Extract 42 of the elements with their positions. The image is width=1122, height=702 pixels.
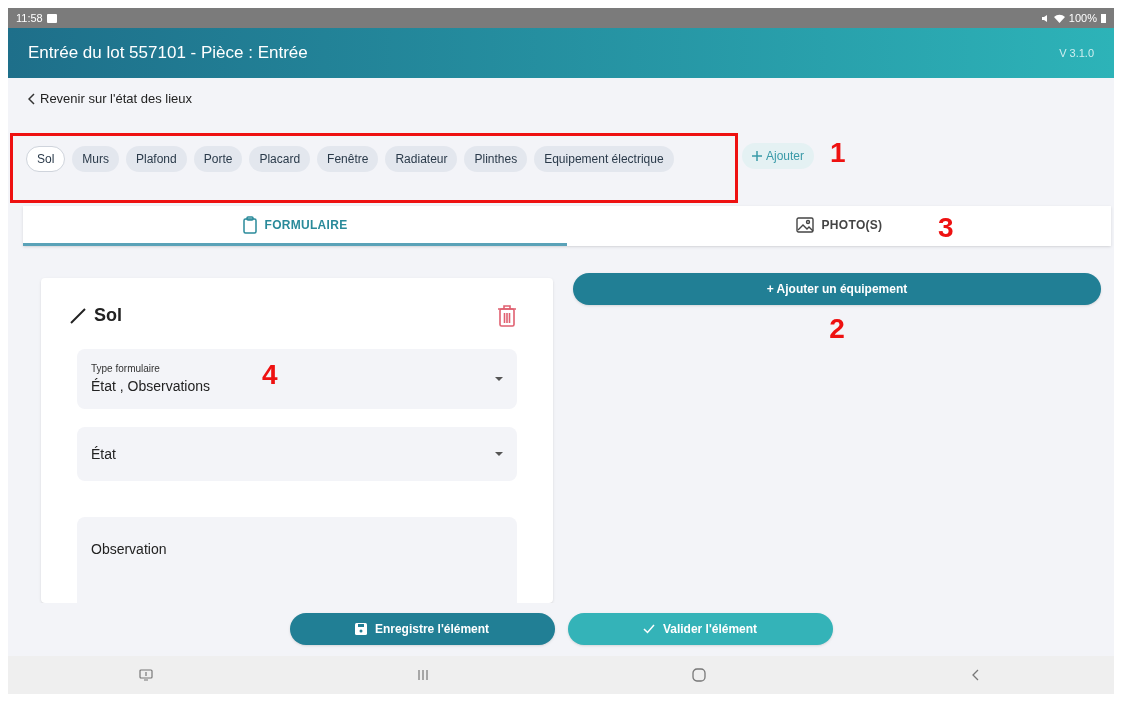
filter-chip[interactable]: Fenêtre — [317, 146, 379, 172]
annotation-number: 2 — [829, 315, 845, 343]
image-icon — [795, 216, 814, 233]
select-field[interactable]: État — [77, 427, 517, 481]
status-time: 11:58 — [16, 10, 43, 26]
check-icon — [642, 623, 655, 634]
observation-field[interactable]: Observation — [77, 517, 517, 603]
chevron-left-icon — [28, 93, 36, 105]
plus-icon — [752, 151, 762, 161]
home-icon[interactable] — [692, 668, 707, 682]
back-link[interactable]: Revenir sur l'état des lieux — [28, 89, 193, 109]
annotation-number: 3 — [938, 212, 954, 243]
pencil-icon — [70, 307, 86, 324]
battery-icon — [1101, 13, 1106, 23]
save-button[interactable]: Enregistre l'élément — [289, 612, 555, 645]
filter-chip[interactable]: Radiateur — [385, 146, 458, 172]
recent-apps-icon[interactable] — [416, 670, 429, 680]
filter-chip[interactable]: Porte — [193, 146, 243, 172]
filter-chip[interactable]: Plinthes — [464, 146, 528, 172]
annotation-number: 1 — [830, 139, 846, 167]
dropdown-icon — [495, 377, 503, 381]
trash-icon[interactable] — [497, 303, 517, 328]
version-label: V 3.1.0 — [1059, 45, 1094, 61]
tab[interactable]: FORMULAIRE — [23, 206, 567, 246]
mute-icon — [1040, 13, 1050, 23]
screen-icon[interactable] — [139, 669, 154, 681]
clipboard-icon — [242, 215, 257, 234]
filter-chip[interactable]: Plafond — [126, 146, 187, 172]
header-title: Entrée du lot 557101 - Pièce : Entrée — [28, 42, 308, 65]
filter-chip[interactable]: Sol — [26, 146, 66, 172]
filter-chip[interactable]: Equipement électrique — [534, 146, 674, 172]
annotation-number: 4 — [262, 359, 278, 390]
battery-level: 100% — [1068, 10, 1097, 26]
filter-chip[interactable]: Murs — [72, 146, 119, 172]
image-icon — [46, 13, 57, 23]
back-icon[interactable] — [971, 669, 980, 681]
filter-chip[interactable]: Placard — [249, 146, 311, 172]
save-icon — [354, 622, 367, 635]
wifi-icon — [1053, 13, 1065, 23]
add-equipment-button[interactable]: + Ajouter un équipement — [573, 273, 1101, 305]
dropdown-icon — [495, 452, 503, 456]
card-title: Sol — [94, 304, 122, 327]
